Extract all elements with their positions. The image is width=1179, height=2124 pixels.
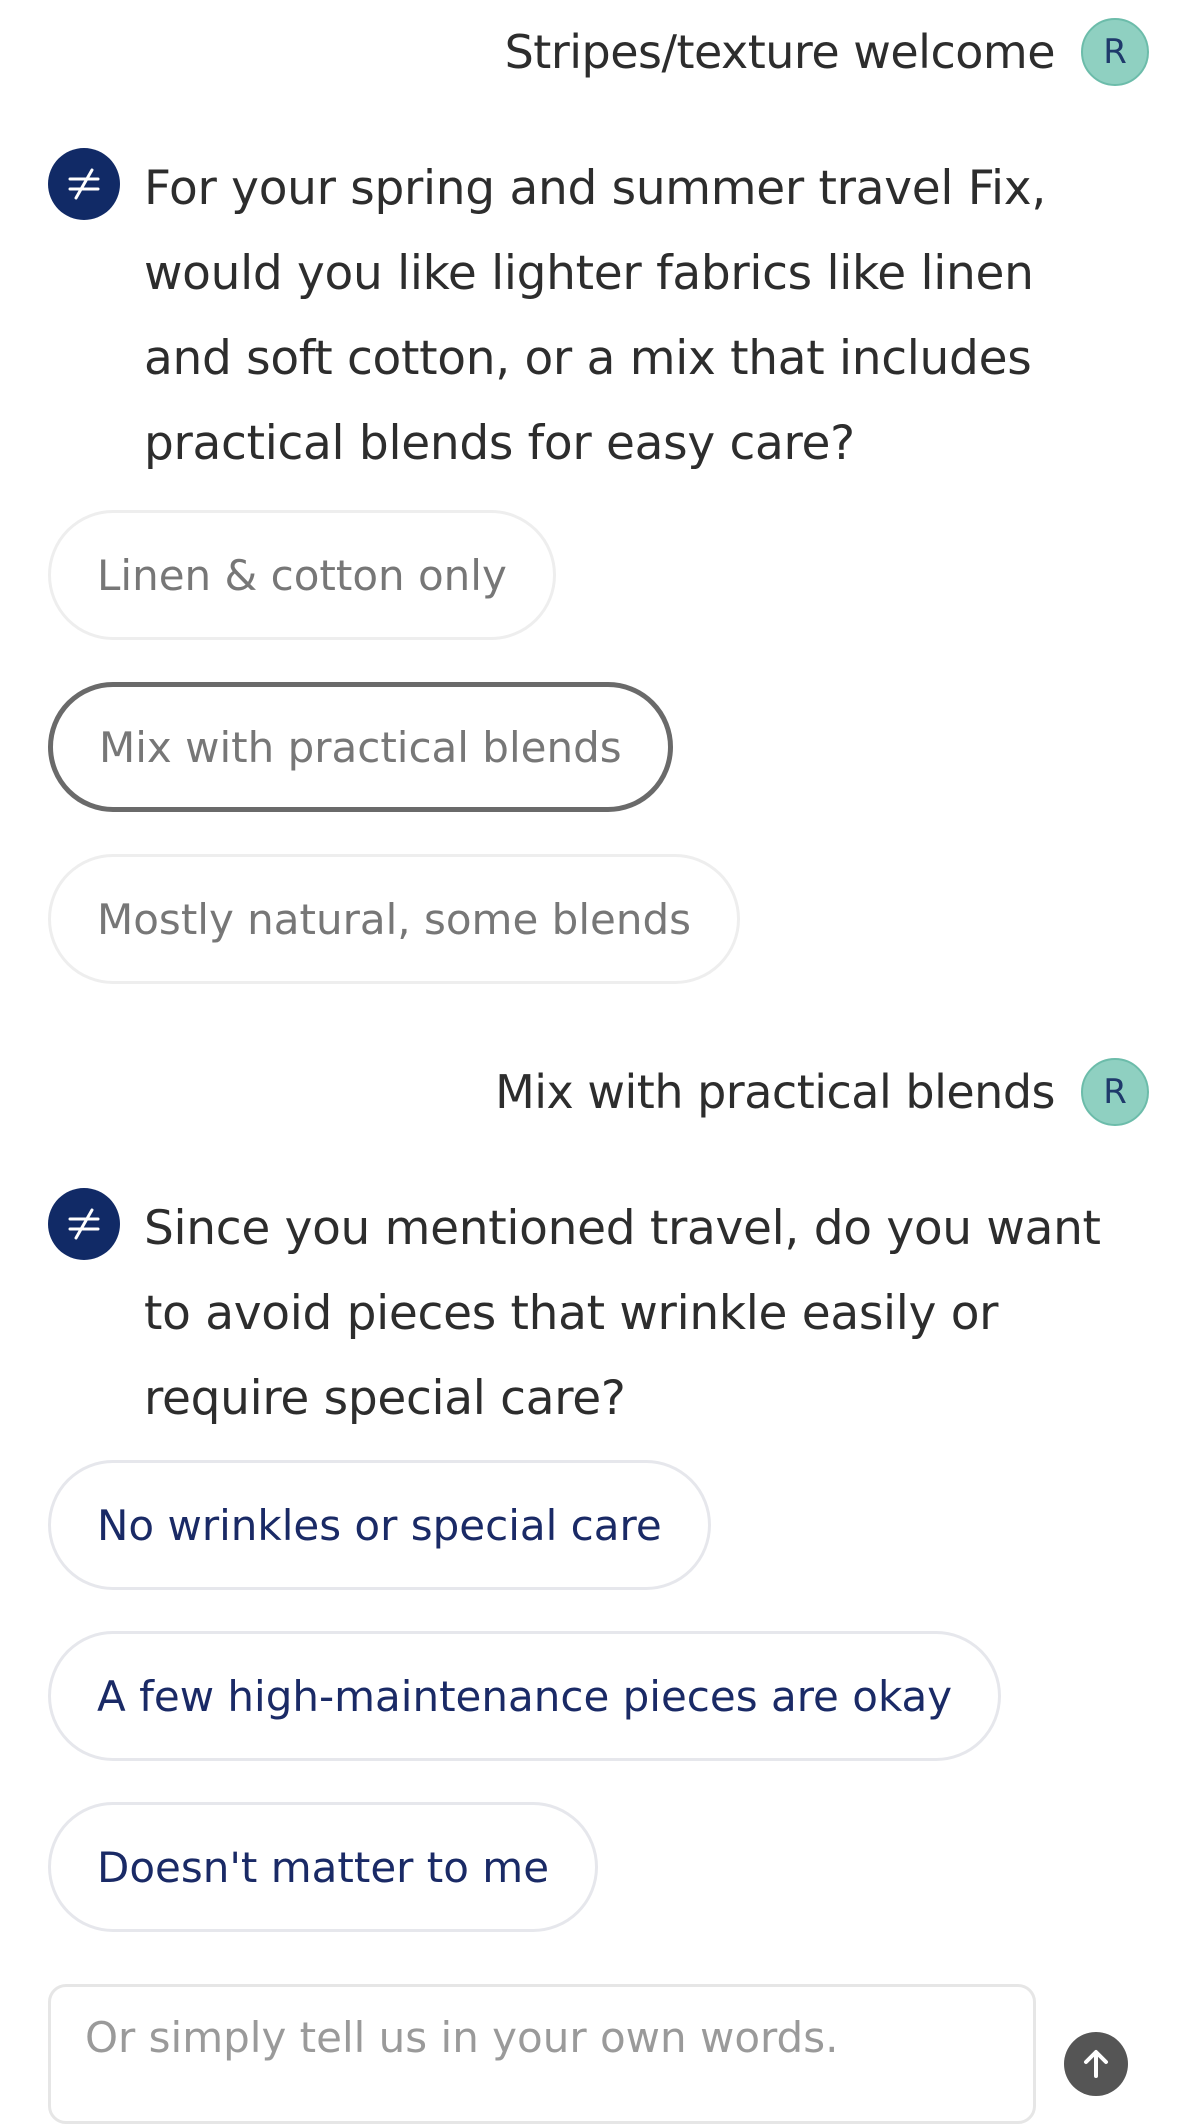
user-message-text: Mix with practical blends [495, 1065, 1055, 1119]
stylist-logo-icon [48, 148, 120, 220]
user-message: Stripes/texture welcome R [505, 18, 1149, 86]
option-no-wrinkles[interactable]: No wrinkles or special care [48, 1460, 711, 1590]
arrow-up-icon [1084, 2050, 1108, 2078]
send-button[interactable] [1064, 2032, 1128, 2096]
message-input[interactable]: Or simply tell us in your own words. [48, 1984, 1036, 2124]
option-mostly-natural[interactable]: Mostly natural, some blends [48, 854, 740, 984]
stylist-message-text: For your spring and summer travel Fix, w… [144, 161, 1046, 471]
stylist-message-text: Since you mentioned travel, do you want … [144, 1201, 1101, 1426]
option-linen-cotton-only[interactable]: Linen & cotton only [48, 510, 556, 640]
stylist-logo-icon [48, 1188, 120, 1260]
user-avatar: R [1081, 18, 1149, 86]
user-message-text: Stripes/texture welcome [504, 25, 1056, 79]
user-avatar-initial: R [1103, 32, 1127, 72]
user-avatar: R [1081, 1058, 1149, 1126]
user-message: Mix with practical blends R [495, 1058, 1149, 1126]
user-avatar-initial: R [1103, 1072, 1127, 1112]
option-mix-practical-blends[interactable]: Mix with practical blends [48, 682, 673, 812]
option-few-high-maintenance[interactable]: A few high-maintenance pieces are okay [48, 1631, 1002, 1761]
option-doesnt-matter[interactable]: Doesn't matter to me [48, 1802, 599, 1932]
message-input-placeholder: Or simply tell us in your own words. [85, 2013, 839, 2062]
